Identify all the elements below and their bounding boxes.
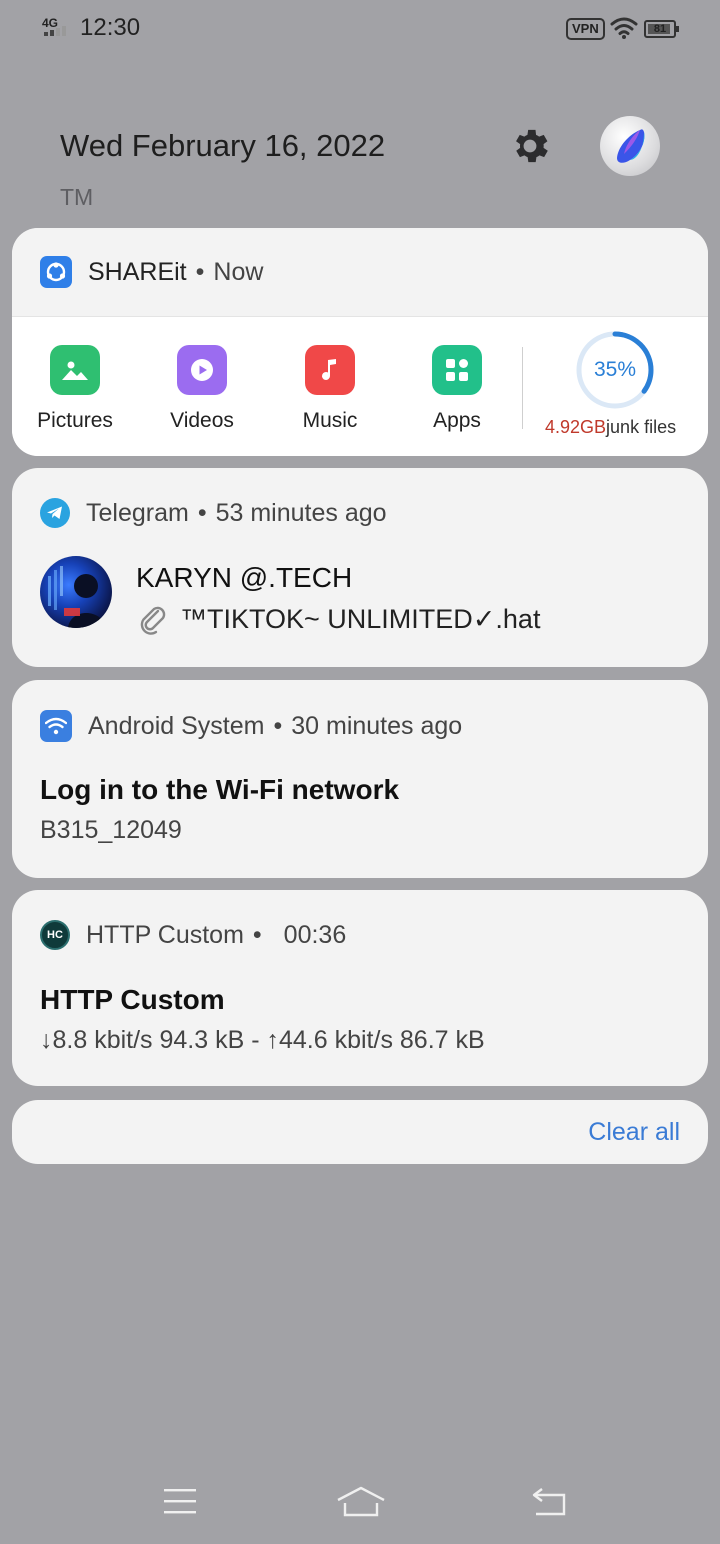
message-preview: ™TIKTOK~ UNLIMITED✓.hat — [136, 602, 540, 636]
junk-size: 4.92GB — [545, 417, 607, 437]
status-bar: 4G 12:30 VPN 81 — [0, 0, 720, 58]
videos-label: Videos — [170, 409, 234, 432]
app-name: Android System — [88, 711, 265, 740]
app-name: HTTP Custom — [86, 920, 244, 949]
image-icon — [50, 345, 100, 395]
apps-shortcut[interactable]: Apps — [402, 345, 512, 433]
grid-icon — [432, 345, 482, 395]
shareit-notification[interactable]: SHAREit • Now Pictures Videos Music Apps… — [12, 228, 708, 456]
back-icon[interactable] — [528, 1486, 568, 1518]
pictures-label: Pictures — [37, 409, 113, 432]
user-avatar-button[interactable] — [600, 116, 660, 176]
carrier-text: TM — [60, 184, 94, 210]
http-custom-icon: HC — [40, 920, 70, 950]
menu-icon[interactable] — [162, 1486, 198, 1516]
music-note-icon — [305, 345, 355, 395]
sender-name: KARYN @.TECH — [136, 562, 353, 593]
play-icon — [177, 345, 227, 395]
notification-title: Log in to the Wi-Fi network — [40, 774, 400, 805]
notification-time: 00:36 — [283, 920, 347, 949]
music-label: Music — [302, 409, 358, 432]
shareit-icon — [40, 256, 72, 288]
app-name: Telegram — [86, 498, 189, 527]
date-text: Wed February 16, 2022 — [60, 128, 386, 163]
avatar-swirl-icon — [617, 129, 645, 163]
notification-time: 53 minutes ago — [215, 498, 387, 527]
app-name: SHAREit — [88, 257, 187, 286]
notification-time: 30 minutes ago — [291, 711, 463, 740]
junk-percent: 35% — [593, 358, 637, 381]
settings-gear-icon[interactable] — [508, 124, 552, 168]
signal-icon — [44, 26, 66, 36]
notification-time: Now — [213, 257, 264, 286]
home-icon[interactable] — [336, 1486, 386, 1520]
pictures-shortcut[interactable]: Pictures — [20, 345, 130, 433]
vpn-icon: VPN — [566, 18, 605, 40]
telegram-notification[interactable]: Telegram • 53 minutes ago KARYN @.TECH ™… — [12, 468, 708, 667]
attachment-paperclip-icon — [140, 606, 166, 635]
network-name: B315_12049 — [40, 816, 182, 844]
junk-files-text[interactable]: 4.92GBjunk files — [545, 417, 676, 438]
http-custom-notification[interactable]: HC HTTP Custom • 00:36 HTTP Custom ↓8.8 … — [12, 890, 708, 1086]
http-custom-icon-text: HC — [47, 929, 63, 941]
traffic-stats: ↓8.8 kbit/s 94.3 kB - ↑44.6 kbit/s 86.7 … — [40, 1026, 485, 1054]
wifi-icon — [40, 710, 72, 742]
divider — [522, 347, 523, 429]
music-shortcut[interactable]: Music — [275, 345, 385, 433]
apps-label: Apps — [433, 409, 481, 432]
message-text: ™TIKTOK~ UNLIMITED✓.hat — [180, 603, 541, 634]
telegram-icon — [40, 498, 70, 528]
contact-avatar — [40, 556, 112, 628]
clock: 12:30 — [80, 14, 141, 41]
junk-label: junk files — [606, 417, 677, 437]
clear-all-bar: Clear all — [12, 1100, 708, 1164]
notification-title: HTTP Custom — [40, 984, 225, 1015]
android-system-notification[interactable]: Android System • 30 minutes ago Log in t… — [12, 680, 708, 878]
videos-shortcut[interactable]: Videos — [147, 345, 257, 433]
clear-all-button[interactable]: Clear all — [588, 1118, 680, 1147]
battery-level: 81 — [653, 23, 667, 35]
battery-icon: 81 — [644, 20, 679, 38]
wifi-icon — [610, 17, 638, 39]
